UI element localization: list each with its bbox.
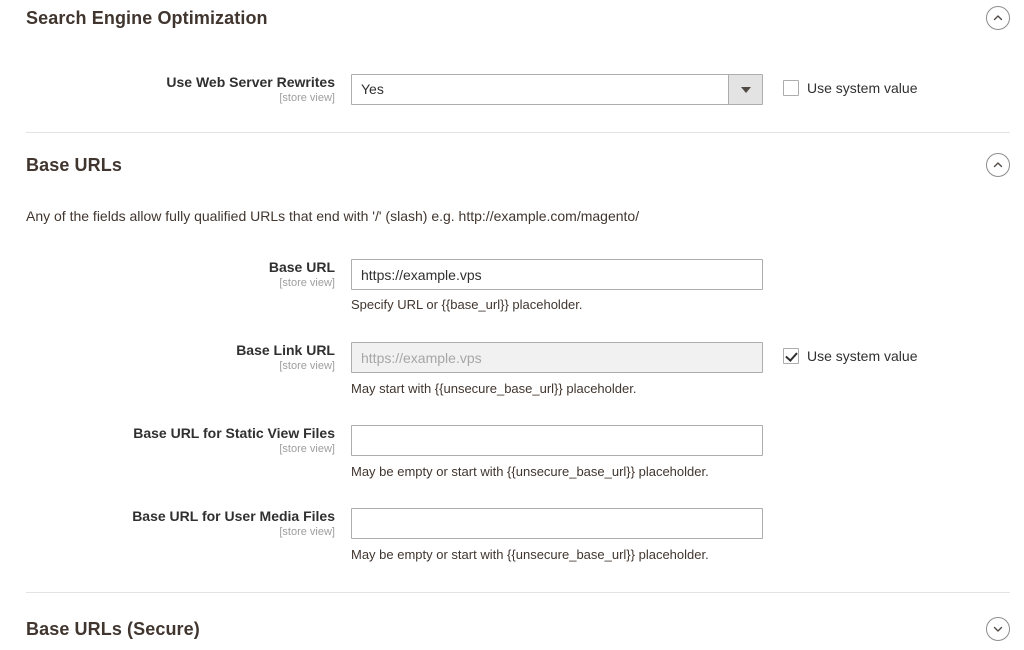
section-note-base-urls: Any of the fields allow fully qualified …	[26, 207, 639, 225]
section-title-base-urls: Base URLs	[26, 150, 122, 180]
control-base-url-media	[351, 508, 763, 539]
base-link-url-input	[351, 342, 763, 373]
use-system-value-base-link-url[interactable]: Use system value	[783, 348, 917, 364]
label-text: Use Web Server Rewrites	[0, 74, 335, 91]
scope-text: [store view]	[0, 359, 335, 373]
label-text: Base URL for Static View Files	[0, 425, 335, 442]
chevron-up-icon[interactable]	[986, 153, 1010, 177]
checkbox-use-system-value[interactable]	[783, 348, 799, 364]
label-text: Base URL for User Media Files	[0, 508, 335, 525]
scope-text: [store view]	[0, 91, 335, 105]
control-web-server-rewrites: Yes	[351, 74, 763, 105]
chevron-down-icon[interactable]	[728, 75, 762, 104]
section-title-seo: Search Engine Optimization	[26, 3, 268, 33]
checkbox-use-system-value[interactable]	[783, 80, 799, 96]
chevron-up-icon[interactable]	[986, 6, 1010, 30]
scope-text: [store view]	[0, 276, 335, 290]
select-value: Yes	[361, 75, 384, 104]
config-page: Search Engine Optimization Use Web Serve…	[0, 0, 1024, 650]
use-system-value-label: Use system value	[807, 80, 917, 96]
hint-base-link-url: May start with {{unsecure_base_url}} pla…	[351, 381, 636, 397]
field-label-base-link-url: Base Link URL [store view]	[0, 342, 335, 373]
label-text: Base URL	[0, 259, 335, 276]
section-divider-1	[26, 132, 1010, 133]
scope-text: [store view]	[0, 525, 335, 539]
base-url-media-input[interactable]	[351, 508, 763, 539]
use-system-value-web-server-rewrites[interactable]: Use system value	[783, 80, 917, 96]
select-web-server-rewrites[interactable]: Yes	[351, 74, 763, 105]
section-header-seo[interactable]: Search Engine Optimization	[26, 3, 1010, 33]
field-label-base-url: Base URL [store view]	[0, 259, 335, 290]
hint-base-url-static: May be empty or start with {{unsecure_ba…	[351, 464, 709, 480]
field-label-base-url-static: Base URL for Static View Files [store vi…	[0, 425, 335, 456]
field-label-web-server-rewrites: Use Web Server Rewrites [store view]	[0, 74, 335, 105]
scope-text: [store view]	[0, 442, 335, 456]
section-divider-2	[26, 592, 1010, 593]
control-base-url	[351, 259, 763, 290]
base-url-input[interactable]	[351, 259, 763, 290]
control-base-url-static	[351, 425, 763, 456]
section-header-base-urls[interactable]: Base URLs	[26, 150, 1010, 180]
chevron-down-icon[interactable]	[986, 617, 1010, 641]
label-text: Base Link URL	[0, 342, 335, 359]
hint-base-url-media: May be empty or start with {{unsecure_ba…	[351, 547, 709, 563]
section-title-base-urls-secure: Base URLs (Secure)	[26, 614, 200, 644]
hint-base-url: Specify URL or {{base_url}} placeholder.	[351, 297, 583, 313]
control-base-link-url	[351, 342, 763, 373]
use-system-value-label: Use system value	[807, 348, 917, 364]
section-header-base-urls-secure[interactable]: Base URLs (Secure)	[26, 614, 1010, 644]
base-url-static-input[interactable]	[351, 425, 763, 456]
field-label-base-url-media: Base URL for User Media Files [store vie…	[0, 508, 335, 539]
